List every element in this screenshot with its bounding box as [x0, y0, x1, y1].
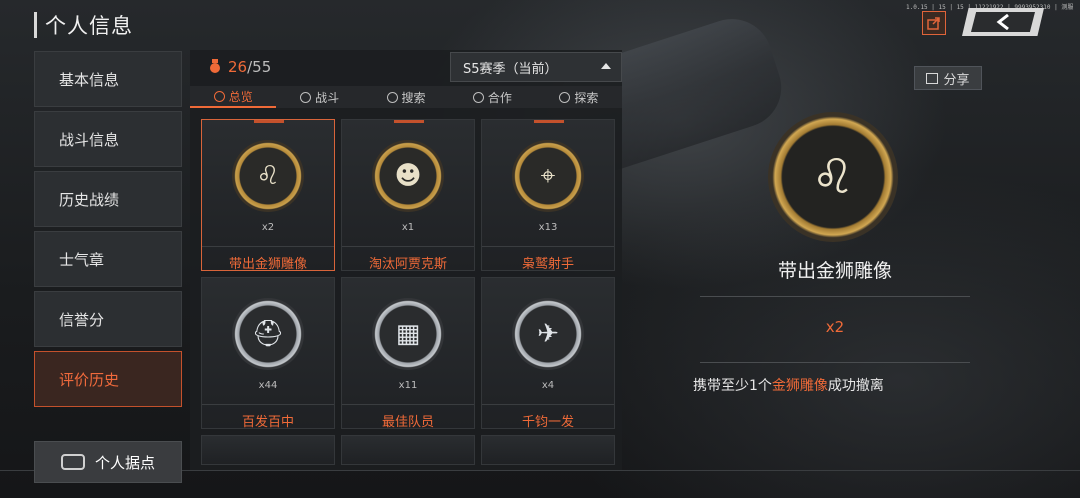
medal-name: 带出金狮雕像: [202, 246, 334, 272]
runner-icon: ✈: [512, 298, 584, 370]
medal-icon: [210, 59, 220, 73]
handshake-icon: [472, 91, 484, 103]
tab-label: 合作: [487, 90, 512, 105]
back-button-inner: [971, 12, 1035, 32]
tab-label: 探索: [574, 90, 599, 105]
share-icon: [926, 72, 939, 84]
medal-count-current: 26: [228, 58, 248, 76]
tab-explore[interactable]: 探索: [536, 86, 622, 108]
personal-base-button[interactable]: 个人据点: [34, 441, 182, 483]
detail-description: 携带至少1个金狮雕像成功撤离: [693, 375, 884, 395]
medal-qty: x44: [258, 380, 278, 391]
share-button[interactable]: 分享: [914, 66, 982, 90]
sidebar-item-label: 士气章: [59, 250, 105, 269]
sidebar-item-credit-score[interactable]: 信誉分: [34, 291, 182, 347]
sidebar-item-combat-info[interactable]: 战斗信息: [34, 111, 182, 167]
detail-medal-name: 带出金狮雕像: [777, 260, 892, 282]
medal-card[interactable]: ⌖ x13 枭鹫射手: [481, 119, 615, 272]
compass-icon: [559, 91, 571, 103]
soldier-icon: ☻: [372, 140, 444, 212]
medal-card[interactable]: [481, 435, 615, 465]
sidebar-item-morale-badge[interactable]: 士气章: [34, 231, 182, 287]
medal-card[interactable]: ⛑ x44 百发百中: [201, 277, 335, 430]
sidebar-item-label: 信誉分: [59, 310, 105, 329]
medal-name: 千钧一发: [482, 404, 614, 430]
tab-label: 战斗: [315, 90, 340, 105]
divider: [700, 296, 970, 297]
medal-card[interactable]: ✈ x4 千钧一发: [481, 277, 615, 430]
sidebar-item-label: 评价历史: [59, 370, 120, 389]
medal-name: 最佳队员: [342, 404, 474, 430]
medal-name: 枭鹫射手: [482, 246, 614, 272]
page-header: 个人信息: [34, 10, 133, 40]
tab-overview[interactable]: 总览: [190, 86, 277, 108]
tab-label: 搜索: [401, 90, 426, 105]
crate-icon: ▦: [372, 298, 444, 370]
back-button[interactable]: [962, 8, 1044, 36]
export-button[interactable]: [922, 11, 946, 35]
lion-icon: ♌: [768, 112, 898, 242]
title-accent-bar: [34, 12, 37, 38]
tab-cooperate[interactable]: 合作: [449, 86, 535, 108]
share-label: 分享: [943, 72, 970, 88]
sidebar-item-basic-info[interactable]: 基本信息: [34, 51, 182, 107]
helmet-icon: ⛑: [232, 298, 304, 370]
sidebar-item-history-record[interactable]: 历史战绩: [34, 171, 182, 227]
medal-panel: 26 /55 S5赛季（当前） 总览 战斗 搜索 合作 探索 ♌ x2 带出金狮…: [190, 50, 622, 470]
chevron-up-icon: [601, 63, 611, 69]
detail-medal-glyph: ♌: [811, 149, 855, 205]
medal-count: 26 /55: [208, 58, 271, 76]
medal-card[interactable]: ▦ x11 最佳队员: [341, 277, 475, 430]
tab-label: 总览: [228, 89, 253, 104]
crosshair-icon: ⌖: [512, 140, 584, 212]
medal-qty: x11: [398, 380, 418, 391]
desc-highlight: 金狮雕像: [771, 378, 828, 394]
lion-icon: ♌: [232, 140, 304, 212]
divider: [700, 362, 970, 363]
page-title: 个人信息: [45, 14, 133, 38]
tab-combat[interactable]: 战斗: [276, 86, 362, 108]
card-top-mark: [394, 120, 424, 123]
sidebar-item-evaluation-history[interactable]: 评价历史: [34, 351, 182, 407]
export-icon: [927, 17, 940, 30]
search-icon: [386, 91, 398, 103]
detail-medal-qty: x2: [825, 318, 845, 336]
card-top-mark: [254, 120, 284, 123]
base-icon: [61, 454, 85, 470]
medal-count-total: /55: [247, 58, 272, 76]
tab-search[interactable]: 搜索: [363, 86, 449, 108]
medal-qty: x13: [538, 222, 558, 233]
medal-card[interactable]: [201, 435, 335, 465]
medal-qty: x1: [401, 222, 415, 233]
medal-name: 淘汰阿贾克斯: [342, 246, 474, 272]
medal-card[interactable]: [341, 435, 475, 465]
season-select-value: S5赛季（当前）: [463, 61, 558, 77]
sidebar-item-label: 历史战绩: [59, 190, 120, 209]
swords-icon: [300, 91, 312, 103]
chevron-left-icon: [996, 14, 1009, 30]
desc-prefix: 携带至少1个: [693, 378, 772, 394]
desc-suffix: 成功撤离: [827, 378, 884, 394]
sidebar: 基本信息 战斗信息 历史战绩 士气章 信誉分 评价历史: [34, 51, 182, 411]
star-icon: [213, 90, 225, 102]
personal-base-label: 个人据点: [95, 453, 156, 472]
medal-card[interactable]: ♌ x2 带出金狮雕像: [201, 119, 335, 272]
category-tabs: 总览 战斗 搜索 合作 探索: [190, 86, 622, 108]
sidebar-item-label: 战斗信息: [59, 130, 120, 149]
season-select[interactable]: S5赛季（当前）: [450, 52, 622, 82]
medal-card[interactable]: ☻ x1 淘汰阿贾克斯: [341, 119, 475, 272]
card-top-mark: [534, 120, 564, 123]
sidebar-item-label: 基本信息: [59, 70, 120, 89]
medal-qty: x2: [261, 222, 275, 233]
medal-qty: x4: [541, 380, 555, 391]
medal-name: 百发百中: [202, 404, 334, 430]
